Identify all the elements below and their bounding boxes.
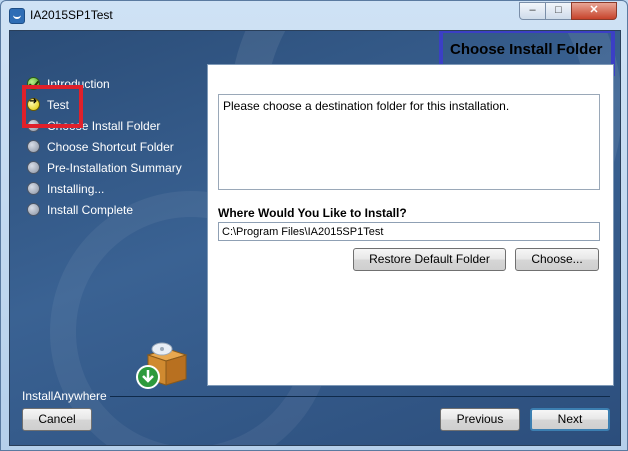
step-circle-icon: [27, 182, 40, 195]
step-item-installing: Installing...: [27, 178, 182, 199]
step-label: Pre-Installation Summary: [47, 160, 182, 175]
install-path-field[interactable]: [218, 222, 600, 241]
choose-folder-button[interactable]: Choose...: [515, 248, 599, 271]
installer-content: Choose Install Folder Introduction Test …: [9, 30, 621, 446]
step-circle-icon: [27, 161, 40, 174]
footer-divider: [110, 396, 610, 397]
step-circle-icon: [27, 140, 40, 153]
title-bar: IA2015SP1Test – □ ✕: [1, 1, 627, 29]
restore-default-folder-button[interactable]: Restore Default Folder: [353, 248, 506, 271]
step-item-choose-shortcut-folder: Choose Shortcut Folder: [27, 136, 182, 157]
step-label: Installing...: [47, 181, 105, 196]
step-circle-icon: [27, 203, 40, 216]
app-icon: [9, 8, 25, 24]
step-item-pre-installation-summary: Pre-Installation Summary: [27, 157, 182, 178]
next-button[interactable]: Next: [530, 408, 610, 431]
install-location-label: Where Would You Like to Install?: [218, 206, 407, 220]
window-title: IA2015SP1Test: [30, 8, 113, 22]
step-label: Choose Shortcut Folder: [47, 139, 174, 154]
step-item-install-complete: Install Complete: [27, 199, 182, 220]
step-label: Install Complete: [47, 202, 134, 217]
annotation-red-box: [22, 85, 83, 128]
download-arrow-icon: [136, 365, 160, 389]
previous-button[interactable]: Previous: [440, 408, 520, 431]
minimize-button[interactable]: –: [519, 2, 546, 20]
cancel-button[interactable]: Cancel: [22, 408, 92, 431]
install-box-icon: [136, 342, 188, 389]
installer-window: IA2015SP1Test – □ ✕ Choose Install Folde…: [0, 0, 628, 451]
maximize-button[interactable]: □: [545, 2, 572, 20]
instruction-text: Please choose a destination folder for t…: [218, 94, 600, 190]
main-panel: Please choose a destination folder for t…: [207, 64, 614, 386]
close-button[interactable]: ✕: [571, 2, 617, 20]
brand-label: InstallAnywhere: [22, 389, 107, 403]
